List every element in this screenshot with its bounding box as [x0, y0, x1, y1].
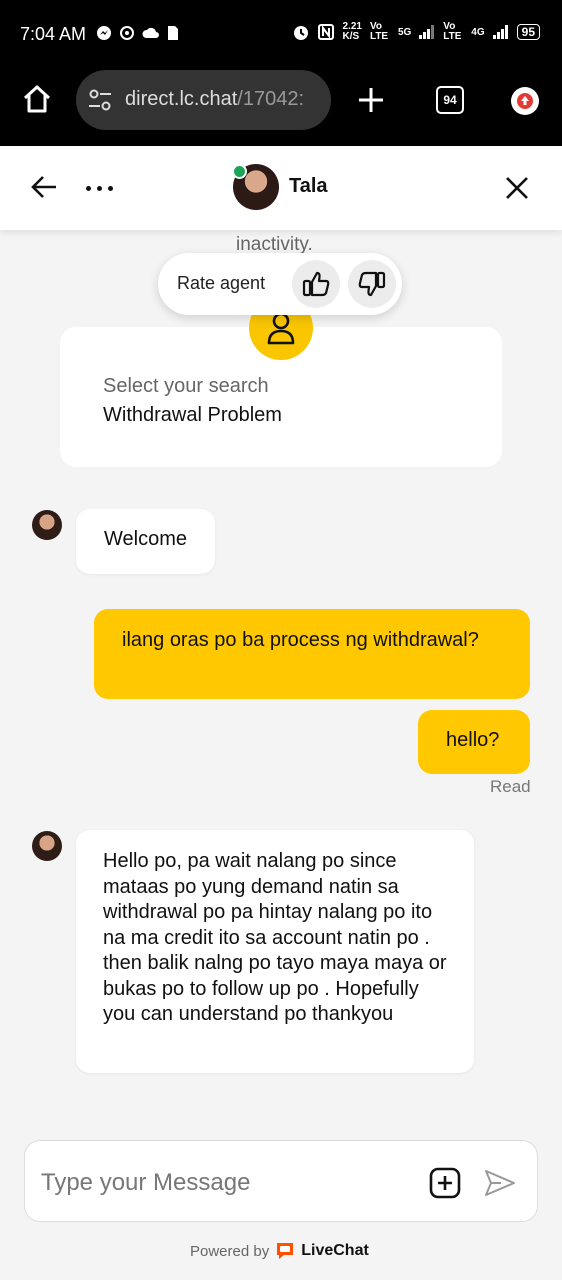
powered-by-footer[interactable]: Powered by LiveChat: [190, 1241, 369, 1261]
message-input[interactable]: Type your Message: [41, 1169, 250, 1197]
search-label: Select your search: [103, 375, 269, 397]
user-message: ilang oras po ba process ng withdrawal?: [94, 609, 530, 699]
battery-indicator: 95: [516, 24, 540, 40]
network-label-1: Vo LTE: [369, 21, 389, 42]
network-label-2: 5G: [397, 26, 412, 38]
messenger-icon: [97, 26, 111, 40]
site-settings-icon[interactable]: [88, 89, 112, 111]
rate-agent-popup: Rate agent: [158, 253, 402, 315]
new-tab-icon[interactable]: [357, 86, 385, 114]
browser-toolbar: direct.lc.chat/17042: 94: [0, 68, 562, 146]
livechat-logo-icon: [277, 1243, 294, 1259]
signal-icon-2: [492, 25, 508, 39]
thumbs-up-icon: [302, 271, 330, 297]
search-value: Withdrawal Problem: [103, 404, 282, 426]
url-text: direct.lc.chat/17042:: [125, 88, 304, 110]
powered-by-label: Powered by: [190, 1242, 270, 1260]
read-receipt: Read: [490, 777, 531, 796]
send-icon[interactable]: [484, 1169, 516, 1197]
cloud-icon: [142, 27, 159, 38]
network-label-4: 4G: [471, 26, 485, 38]
net-speed: 2.21 K/S: [342, 21, 362, 42]
online-indicator: [232, 164, 247, 179]
message-composer[interactable]: Type your Message: [24, 1140, 538, 1222]
chat-header: Tala: [0, 146, 562, 230]
agent-message: Hello po, pa wait nalang po since mataas…: [76, 830, 474, 1073]
home-icon[interactable]: [22, 84, 52, 114]
notification-icons: [96, 25, 179, 41]
status-bar: 7:04 AM 2.21 K/S Vo LTE 5G Vo LTE 4G 95: [0, 0, 562, 68]
agent-avatar-small: [32, 510, 62, 540]
update-icon[interactable]: [511, 87, 539, 115]
signal-icon: [419, 25, 435, 39]
livechat-brand: LiveChat: [301, 1242, 369, 1259]
tab-switcher-button[interactable]: 94: [436, 86, 464, 114]
rate-agent-label: Rate agent: [177, 273, 266, 293]
user-message: hello?: [418, 710, 530, 774]
add-attachment-icon[interactable]: [429, 1167, 461, 1199]
thumbs-down-icon: [358, 271, 386, 297]
system-icons: 2.21 K/S Vo LTE 5G Vo LTE 4G 95: [292, 22, 540, 42]
agent-message: Welcome: [76, 509, 215, 574]
thumbs-up-button[interactable]: [292, 260, 340, 308]
more-options-icon[interactable]: [86, 186, 113, 191]
close-icon[interactable]: [505, 176, 529, 200]
agent-avatar-small: [32, 831, 62, 861]
thumbs-down-button[interactable]: [348, 260, 396, 308]
status-time: 7:04 AM: [20, 24, 87, 44]
alarm-icon: [294, 26, 309, 40]
nfc-icon: [318, 24, 335, 40]
target-icon: [120, 26, 134, 40]
back-arrow-icon[interactable]: [30, 174, 58, 200]
network-label-3: Vo LTE: [443, 21, 462, 42]
sim-icon: [168, 26, 178, 40]
address-bar[interactable]: direct.lc.chat/17042:: [76, 70, 331, 130]
agent-name: Tala: [289, 175, 328, 197]
